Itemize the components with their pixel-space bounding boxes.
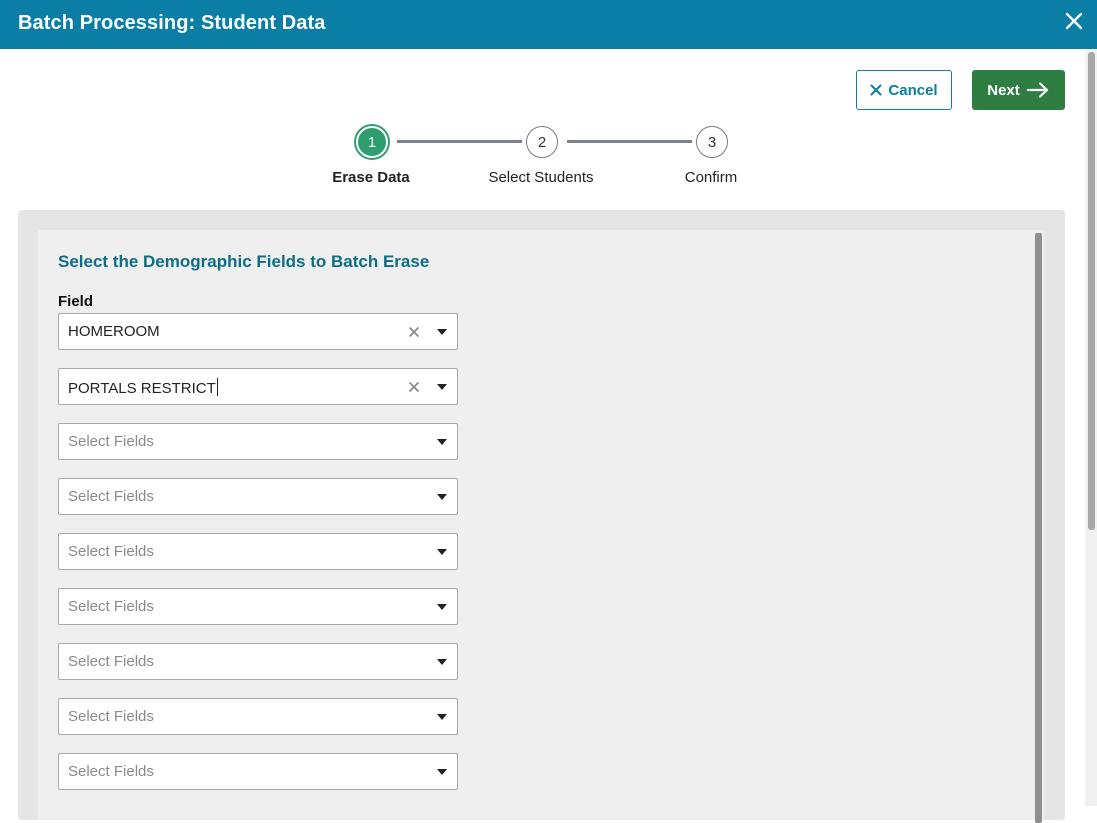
cancel-button[interactable]: Cancel xyxy=(856,70,952,110)
chevron-down-icon[interactable] xyxy=(437,659,447,665)
field-select-5[interactable]: Select Fields xyxy=(58,533,458,570)
step-3-indicator: 3 xyxy=(696,126,728,158)
step-1-label: Erase Data xyxy=(332,169,410,186)
arrow-right-icon xyxy=(1026,82,1048,98)
clear-icon[interactable] xyxy=(408,381,420,393)
step-connector xyxy=(567,140,692,143)
chevron-down-icon[interactable] xyxy=(437,329,447,335)
chevron-down-icon[interactable] xyxy=(437,494,447,500)
next-label: Next xyxy=(987,81,1020,99)
field-select-placeholder: Select Fields xyxy=(68,598,154,615)
chevron-down-icon[interactable] xyxy=(437,549,447,555)
field-select-1[interactable]: HOMEROOM xyxy=(58,313,458,350)
field-select-4[interactable]: Select Fields xyxy=(58,478,458,515)
step-2-label: Select Students xyxy=(488,169,594,186)
field-select-placeholder: Select Fields xyxy=(68,708,154,725)
cancel-label: Cancel xyxy=(888,81,938,99)
next-button[interactable]: Next xyxy=(972,70,1065,110)
field-select-9[interactable]: Select Fields xyxy=(58,753,458,790)
field-select-placeholder: Select Fields xyxy=(68,653,154,670)
window-title: Batch Processing: Student Data xyxy=(18,12,326,34)
clear-icon[interactable] xyxy=(408,326,420,338)
field-select-7[interactable]: Select Fields xyxy=(58,643,458,680)
text-cursor xyxy=(216,378,218,396)
title-bar: Batch Processing: Student Data xyxy=(0,0,1097,49)
field-select-2[interactable]: PORTALS RESTRICT xyxy=(58,368,458,405)
step-1-number: 1 xyxy=(367,133,377,151)
section-title: Select the Demographic Fields to Batch E… xyxy=(58,252,430,271)
field-select-placeholder: Select Fields xyxy=(68,543,154,560)
field-select-6[interactable]: Select Fields xyxy=(58,588,458,625)
chevron-down-icon[interactable] xyxy=(437,384,447,390)
step-1-indicator: 1 xyxy=(356,126,388,158)
field-select-placeholder: Select Fields xyxy=(68,433,154,450)
step-3-number: 3 xyxy=(707,133,717,151)
close-icon[interactable] xyxy=(1063,10,1085,32)
field-select-value: HOMEROOM xyxy=(68,323,160,340)
field-select-placeholder: Select Fields xyxy=(68,488,154,505)
chevron-down-icon[interactable] xyxy=(437,604,447,610)
field-select-8[interactable]: Select Fields xyxy=(58,698,458,735)
page-scrollbar-thumb[interactable] xyxy=(1088,52,1095,530)
step-3-label: Confirm xyxy=(684,169,738,186)
field-select-value: PORTALS RESTRICT xyxy=(68,378,218,397)
panel-scrollbar[interactable] xyxy=(1035,233,1042,823)
step-2-indicator: 2 xyxy=(526,126,558,158)
field-select-placeholder: Select Fields xyxy=(68,763,154,780)
step-2-number: 2 xyxy=(537,133,547,151)
x-icon xyxy=(870,84,882,96)
chevron-down-icon[interactable] xyxy=(437,439,447,445)
step-connector xyxy=(397,140,522,143)
chevron-down-icon[interactable] xyxy=(437,714,447,720)
field-label: Field xyxy=(58,293,94,310)
field-select-3[interactable]: Select Fields xyxy=(58,423,458,460)
chevron-down-icon[interactable] xyxy=(437,769,447,775)
